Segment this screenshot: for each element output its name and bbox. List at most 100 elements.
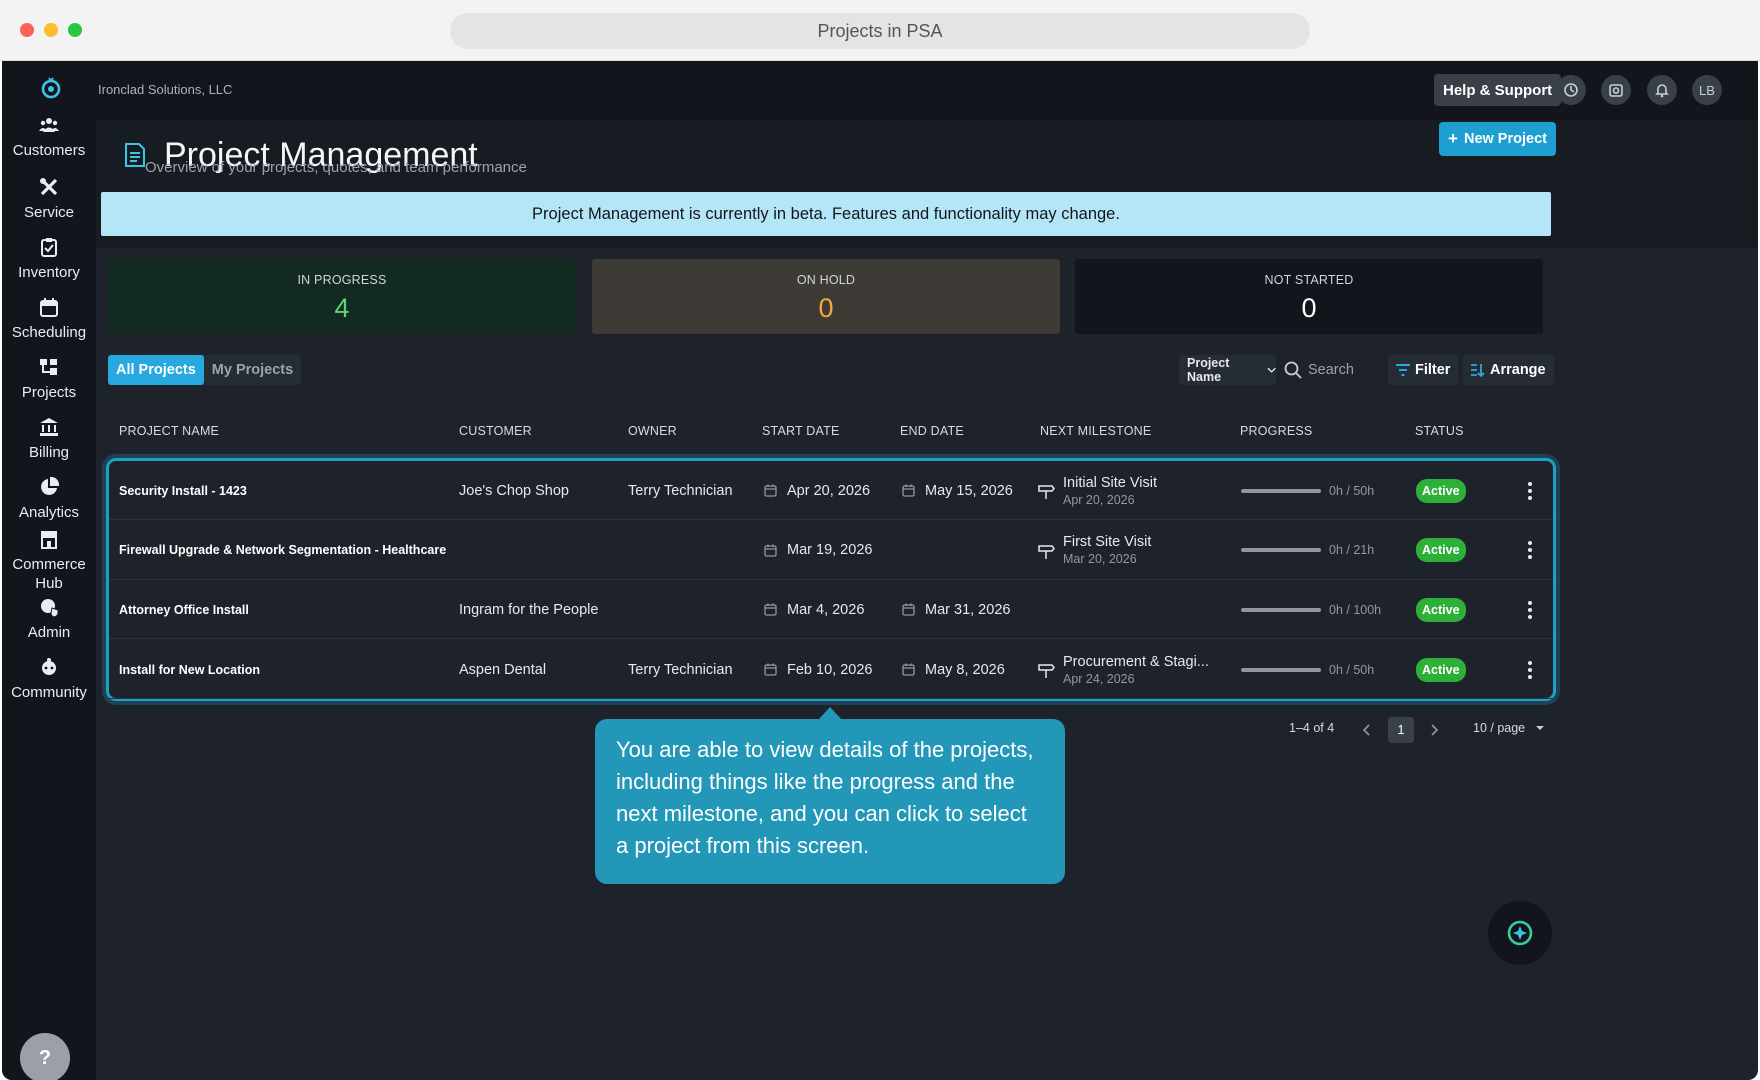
sidebar-item-service[interactable]: Service [2, 177, 96, 222]
store-icon [41, 531, 57, 549]
milestone-date: Apr 24, 2026 [1063, 671, 1135, 686]
status-badge: Active [1416, 538, 1466, 563]
tab-my-projects[interactable]: My Projects [204, 355, 301, 385]
column-header-customer[interactable]: CUSTOMER [459, 424, 532, 438]
ai-assistant-button[interactable] [1488, 901, 1552, 965]
caret-down-icon [1536, 726, 1545, 730]
table-row[interactable]: Attorney Office Install Ingram for the Pe… [109, 580, 1553, 640]
search-input[interactable]: Search [1284, 355, 1354, 385]
sidebar-item-community[interactable]: Community [2, 657, 96, 702]
close-window-button[interactable] [20, 23, 34, 37]
progress-cell: 0h / 21h [1241, 521, 1374, 580]
status-cell: Active [1416, 521, 1466, 580]
stat-label: IN PROGRESS [297, 273, 387, 287]
customers-icon [39, 118, 59, 132]
window-title[interactable]: Projects in PSA [450, 13, 1310, 49]
next-milestone: First Site Visit Mar 20, 2026 [1038, 521, 1152, 580]
chevron-right-icon[interactable] [1429, 724, 1439, 736]
help-support-button[interactable]: Help & Support [1434, 74, 1562, 106]
more-options-icon[interactable] [1527, 540, 1533, 560]
filter-button[interactable]: Filter [1388, 355, 1459, 385]
start-date: Mar 19, 2026 [764, 521, 872, 580]
progress-cell: 0h / 50h [1241, 461, 1374, 520]
milestone-date: Mar 20, 2026 [1063, 552, 1137, 567]
progress-cell: 0h / 50h [1241, 640, 1374, 699]
project-scope-tabs: All Projects My Projects [108, 355, 302, 385]
stat-on-hold: ON HOLD 0 [592, 259, 1060, 334]
column-header-start-date[interactable]: START DATE [762, 424, 839, 438]
start-date: Feb 10, 2026 [764, 640, 872, 699]
sidebar-item-customers[interactable]: Customers [2, 115, 96, 160]
table-row[interactable]: Install for New Location Aspen Dental Terr… [109, 640, 1553, 700]
stat-value: 0 [818, 293, 834, 323]
column-header-end-date[interactable]: END DATE [900, 424, 964, 438]
beta-banner: Project Management is currently in beta.… [101, 192, 1551, 236]
column-header-status[interactable]: STATUS [1415, 424, 1464, 438]
calendar-icon [902, 663, 915, 676]
milestone-title: First Site Visit [1063, 534, 1152, 551]
chevron-down-icon [1267, 367, 1276, 373]
project-name[interactable]: Install for New Location [119, 640, 260, 699]
column-header-owner[interactable]: OWNER [628, 424, 677, 438]
filter-icon [1396, 364, 1410, 376]
progress-cell: 0h / 100h [1241, 580, 1381, 639]
app-logo-icon[interactable] [38, 75, 64, 101]
tab-all-projects[interactable]: All Projects [108, 355, 204, 385]
column-header-progress[interactable]: PROGRESS [1240, 424, 1312, 438]
top-bar: Ironclad Solutions, LLC Help & Support L… [96, 61, 1758, 120]
page-subtitle: Overview of your projects, quotes, and t… [145, 159, 527, 176]
maximize-window-button[interactable] [68, 23, 82, 37]
milestone-title: Initial Site Visit [1063, 474, 1158, 491]
table-row[interactable]: Firewall Upgrade & Network Segmentation … [109, 521, 1553, 580]
arrange-icon [1471, 364, 1485, 377]
search-field-select[interactable]: Project Name [1179, 355, 1276, 385]
history-icon[interactable] [1556, 75, 1586, 105]
user-avatar[interactable]: LB [1692, 75, 1722, 105]
column-header-project-name[interactable]: PROJECT NAME [119, 424, 219, 438]
column-header-next-milestone[interactable]: NEXT MILESTONE [1040, 424, 1151, 438]
end-date: May 8, 2026 [902, 640, 1005, 699]
clipboard-icon [41, 238, 57, 257]
sidebar-item-inventory[interactable]: Inventory [2, 237, 96, 282]
sidebar-item-projects[interactable]: Projects [2, 357, 96, 402]
sidebar-item-commerce-hub[interactable]: Commerce Hub [2, 529, 96, 593]
sidebar: Customers Service Inventory Scheduling P… [2, 61, 96, 1080]
organization-name: Ironclad Solutions, LLC [98, 82, 233, 97]
progress-bar [1241, 548, 1321, 553]
more-options-icon[interactable] [1527, 481, 1533, 501]
progress-bar [1241, 607, 1321, 612]
signpost-icon [1038, 485, 1055, 499]
stat-label: NOT STARTED [1264, 273, 1354, 287]
project-name[interactable]: Attorney Office Install [119, 580, 249, 639]
progress-text: 0h / 50h [1329, 483, 1375, 498]
start-date: Apr 20, 2026 [764, 461, 870, 520]
arrange-button[interactable]: Arrange [1463, 355, 1554, 385]
notifications-bell-icon[interactable] [1647, 75, 1677, 105]
sidebar-item-billing[interactable]: Billing [2, 417, 96, 462]
help-button[interactable]: ? [20, 1033, 70, 1080]
screenshot-icon[interactable] [1601, 75, 1631, 105]
stat-not-started: NOT STARTED 0 [1075, 259, 1543, 334]
sidebar-item-analytics[interactable]: Analytics [2, 477, 96, 522]
sidebar-item-admin[interactable]: Admin [2, 597, 96, 642]
table-row[interactable]: Security Install - 1423 Joe's Chop Shop Te… [109, 461, 1553, 520]
project-name[interactable]: Security Install - 1423 [119, 461, 247, 520]
more-options-icon[interactable] [1527, 600, 1533, 620]
chevron-left-icon[interactable] [1362, 724, 1372, 736]
page-1-button[interactable]: 1 [1388, 717, 1414, 743]
page-size-select[interactable]: 10 / page [1473, 721, 1545, 735]
app-window: Customers Service Inventory Scheduling P… [2, 61, 1758, 1080]
more-options-icon[interactable] [1527, 660, 1533, 680]
next-milestone: Procurement & Stagi... Apr 24, 2026 [1038, 640, 1209, 699]
browser-chrome: Projects in PSA [0, 0, 1760, 61]
customer-name: Aspen Dental [459, 661, 547, 678]
minimize-window-button[interactable] [44, 23, 58, 37]
progress-text: 0h / 50h [1329, 662, 1375, 677]
search-icon [1284, 361, 1302, 379]
project-name[interactable]: Firewall Upgrade & Network Segmentation … [119, 521, 446, 580]
new-project-button[interactable]: + New Project [1439, 122, 1556, 156]
signpost-icon [1038, 664, 1055, 679]
sidebar-item-scheduling[interactable]: Scheduling [2, 297, 96, 342]
progress-text: 0h / 100h [1329, 602, 1382, 617]
status-badge: Active [1416, 478, 1466, 503]
